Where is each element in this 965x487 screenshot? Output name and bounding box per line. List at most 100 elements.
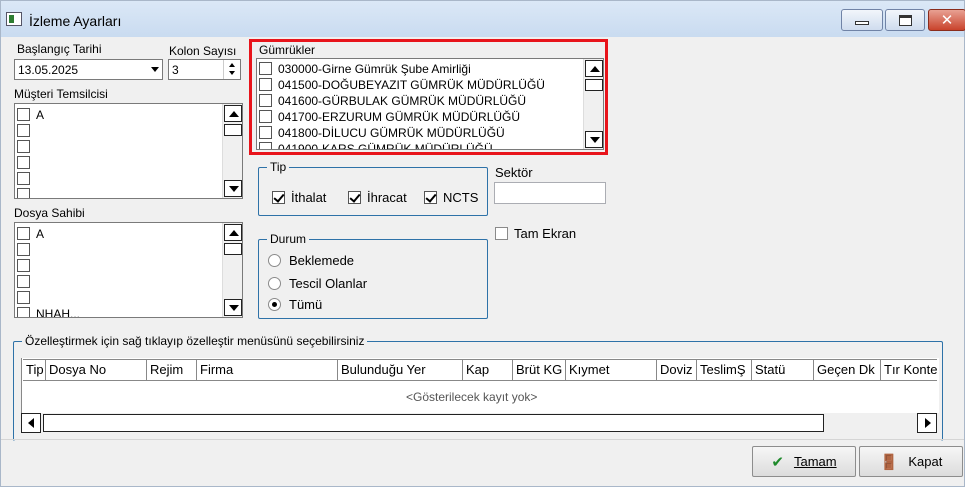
maximize-button[interactable] [885, 9, 925, 31]
status-group-label: Durum [267, 232, 310, 246]
scroll-up-icon[interactable] [224, 224, 242, 241]
checkbox[interactable] [17, 227, 30, 240]
grid-column-header[interactable]: Brüt KG [513, 360, 566, 380]
status-option-waiting[interactable]: Beklemede [268, 253, 354, 268]
file-owner-label: Dosya Sahibi [14, 206, 85, 220]
title-bar: İzleme Ayarları ✕ [1, 1, 965, 37]
list-item[interactable] [17, 258, 36, 273]
grid-column-header[interactable]: Geçen Dk [814, 360, 881, 380]
grid-column-header[interactable]: Rejim [147, 360, 197, 380]
grid-column-header[interactable]: Tır Konte [881, 360, 937, 380]
grid-column-header[interactable]: Tip [23, 360, 46, 380]
column-count-stepper[interactable]: 3 [168, 59, 241, 80]
maximize-icon [898, 14, 912, 26]
scroll-thumb[interactable] [224, 124, 242, 136]
list-item[interactable] [17, 139, 36, 154]
customer-rep-label: Müşteri Temsilcisi [14, 87, 108, 101]
checkbox[interactable] [495, 227, 508, 240]
grid-column-header[interactable]: Kap [463, 360, 513, 380]
settings-window: İzleme Ayarları ✕ Başlangıç Tarihi 13.05… [0, 0, 965, 487]
separator [1, 439, 964, 440]
checkbox[interactable] [17, 140, 30, 153]
tip-group-label: Tip [267, 160, 290, 174]
file-owner-list[interactable]: A NHAH... [14, 222, 243, 318]
customer-rep-list[interactable]: A [14, 103, 243, 199]
check-icon: ✔ [771, 453, 784, 471]
checkbox[interactable] [17, 124, 30, 137]
grid-column-header[interactable]: Statü [752, 360, 814, 380]
close-window-button[interactable]: ✕ [928, 9, 965, 31]
scroll-left-icon[interactable] [21, 413, 41, 433]
stepper-down-icon[interactable] [229, 71, 235, 75]
grid-group-label: Özelleştirmek için sağ tıklayıp özelleşt… [22, 334, 368, 348]
scroll-thumb[interactable] [43, 414, 824, 432]
checkbox-checked-icon[interactable] [272, 191, 285, 204]
grid-column-header[interactable]: TeslimŞ [697, 360, 752, 380]
exit-door-icon: 🚪 [879, 453, 899, 471]
grid-column-header[interactable]: Firma [197, 360, 338, 380]
scroll-down-icon[interactable] [224, 299, 242, 316]
close-button[interactable]: 🚪 Kapat [859, 446, 963, 477]
start-date-label: Başlangıç Tarihi [17, 42, 102, 56]
checkbox[interactable] [17, 259, 30, 272]
start-date-picker[interactable]: 13.05.2025 [14, 59, 163, 80]
scroll-up-icon[interactable] [224, 105, 242, 122]
customs-highlight-box [249, 39, 608, 155]
import-checkbox[interactable]: İthalat [272, 190, 326, 205]
list-item[interactable]: A [17, 107, 44, 122]
checkbox[interactable] [17, 156, 30, 169]
list-item[interactable] [17, 274, 36, 289]
vertical-scrollbar[interactable] [222, 104, 242, 198]
horizontal-scrollbar[interactable] [21, 413, 939, 433]
checkbox-checked-icon[interactable] [348, 191, 361, 204]
list-item[interactable] [17, 187, 36, 198]
status-option-all[interactable]: Tümü [268, 297, 322, 312]
grid-column-header[interactable]: Bulunduğu Yer [338, 360, 463, 380]
window-title: İzleme Ayarları [29, 13, 122, 29]
minimize-icon [855, 21, 869, 25]
scroll-thumb[interactable] [224, 243, 242, 255]
export-checkbox[interactable]: İhracat [348, 190, 407, 205]
checkbox[interactable] [17, 243, 30, 256]
tip-group: Tip İthalat İhracat NCTS [258, 160, 488, 216]
checkbox[interactable] [17, 108, 30, 121]
scroll-right-icon[interactable] [917, 413, 937, 433]
column-count-label: Kolon Sayısı [169, 44, 237, 58]
checkbox[interactable] [17, 291, 30, 304]
list-item[interactable] [17, 155, 36, 170]
vertical-scrollbar[interactable] [222, 223, 242, 317]
scroll-down-icon[interactable] [224, 180, 242, 197]
column-count-value: 3 [172, 63, 179, 77]
grid-column-header[interactable]: Kıymet [566, 360, 657, 380]
checkbox[interactable] [17, 188, 30, 198]
stepper-up-icon[interactable] [229, 63, 235, 67]
grid-column-header[interactable]: Dosya No [46, 360, 147, 380]
sector-input[interactable] [494, 182, 606, 204]
radio-button-selected[interactable] [268, 298, 281, 311]
list-item[interactable]: A [17, 226, 44, 241]
checkbox[interactable] [17, 307, 30, 317]
list-item[interactable]: NHAH... [17, 306, 80, 317]
close-icon: ✕ [940, 11, 954, 29]
list-item[interactable] [17, 290, 36, 305]
radio-button[interactable] [268, 277, 281, 290]
dropdown-arrow-icon [151, 67, 159, 72]
grid-header: Tip Dosya No Rejim Firma Bulunduğu Yer K… [23, 359, 937, 381]
status-group: Durum Beklemede Tescil Olanlar Tümü [258, 232, 488, 319]
ok-button[interactable]: ✔ Tamam [752, 446, 856, 477]
grid-column-header[interactable]: Doviz [657, 360, 697, 380]
list-item[interactable] [17, 123, 36, 138]
sector-label: Sektör [495, 165, 533, 180]
grid-empty-text: <Gösterilecek kayıt yok> [406, 390, 538, 404]
checkbox-checked-icon[interactable] [424, 191, 437, 204]
stepper-buttons[interactable] [223, 60, 240, 79]
list-item[interactable] [17, 242, 36, 257]
list-item[interactable] [17, 171, 36, 186]
checkbox[interactable] [17, 275, 30, 288]
checkbox[interactable] [17, 172, 30, 185]
radio-button[interactable] [268, 254, 281, 267]
fullscreen-checkbox[interactable]: Tam Ekran [495, 226, 576, 241]
status-option-registered[interactable]: Tescil Olanlar [268, 276, 367, 291]
minimize-button[interactable] [841, 9, 883, 31]
ncts-checkbox[interactable]: NCTS [424, 190, 478, 205]
